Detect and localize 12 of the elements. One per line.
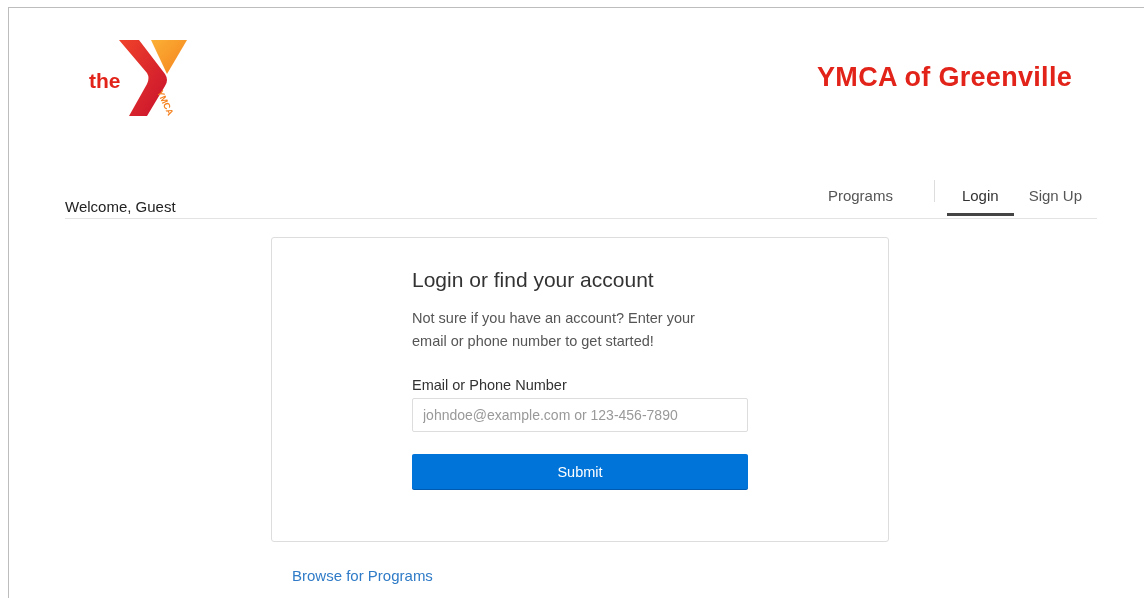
nav-tab[interactable]: Login [946,187,1014,216]
logo-word: the [89,69,121,93]
browse-programs-link[interactable]: Browse for Programs [292,567,433,584]
intro-text: Not sure if you have an account? Enter your email or phone number to get started! [412,309,696,351]
welcome-text: Welcome, Guest [65,198,176,217]
organization-title: YMCA of Greenville [817,62,1072,93]
submit-button[interactable]: Submit [412,454,748,489]
email-phone-field[interactable]: johndoe@example.com or 123-456-7890 [412,398,748,432]
nav-tab[interactable]: Programs [812,187,908,216]
field-label: Email or Phone Number [412,377,568,393]
nav-tab[interactable]: Sign Up [1013,187,1097,216]
card-heading: Login or find your account [412,268,655,292]
